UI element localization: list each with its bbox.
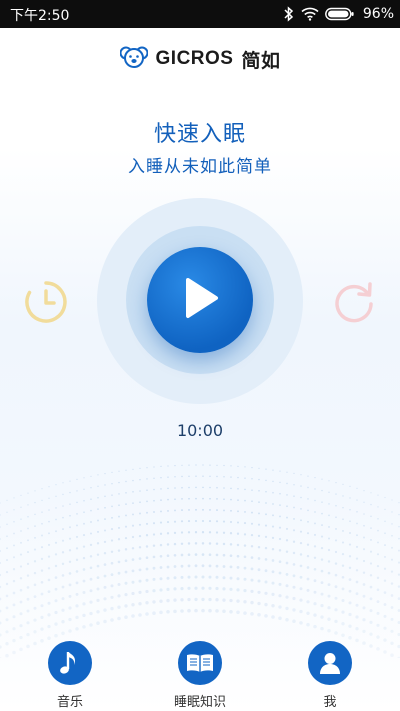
wifi-icon bbox=[301, 7, 319, 21]
koala-logo-icon bbox=[119, 44, 149, 74]
repeat-icon bbox=[332, 282, 376, 328]
status-icons: 96% bbox=[283, 4, 394, 24]
tab-me-label: 我 bbox=[323, 695, 337, 710]
decorative-dot-wave bbox=[0, 464, 400, 658]
brand-name: GICROS bbox=[155, 48, 234, 69]
user-icon bbox=[308, 641, 352, 685]
clock-icon bbox=[24, 281, 68, 328]
brand-name-cn: 简如 bbox=[241, 50, 281, 72]
bluetooth-icon bbox=[283, 6, 295, 22]
tab-sleep-knowledge-label: 睡眠知识 bbox=[173, 695, 226, 710]
sleep-timer-button[interactable] bbox=[24, 280, 68, 324]
repeat-button[interactable] bbox=[332, 280, 376, 324]
tab-me[interactable]: 我 bbox=[280, 641, 380, 710]
tab-sleep-knowledge[interactable]: 睡眠知识 bbox=[150, 641, 250, 710]
tab-music-label: 音乐 bbox=[56, 695, 83, 710]
app-screen: GICROS 简如 快速入眠 入睡从未如此简单 10:00 音乐 睡眠知识 我 bbox=[0, 28, 400, 711]
page-title: 快速入眠 bbox=[153, 122, 246, 147]
brand-logo: GICROS 简如 bbox=[0, 44, 400, 74]
status-time: 下午2:50 bbox=[10, 8, 70, 24]
tab-music[interactable]: 音乐 bbox=[20, 641, 120, 710]
music-note-icon bbox=[48, 641, 92, 685]
battery-level: 96% bbox=[362, 6, 394, 22]
timer-display: 10:00 bbox=[176, 421, 224, 440]
status-bar: 下午2:50 96% bbox=[0, 0, 400, 28]
battery-icon bbox=[324, 7, 355, 21]
play-button[interactable] bbox=[147, 247, 253, 353]
page-subtitle: 入睡从未如此简单 bbox=[128, 157, 272, 177]
play-icon bbox=[180, 276, 220, 324]
bottom-tab-bar: 音乐 睡眠知识 我 bbox=[0, 641, 400, 711]
book-icon bbox=[178, 641, 222, 685]
